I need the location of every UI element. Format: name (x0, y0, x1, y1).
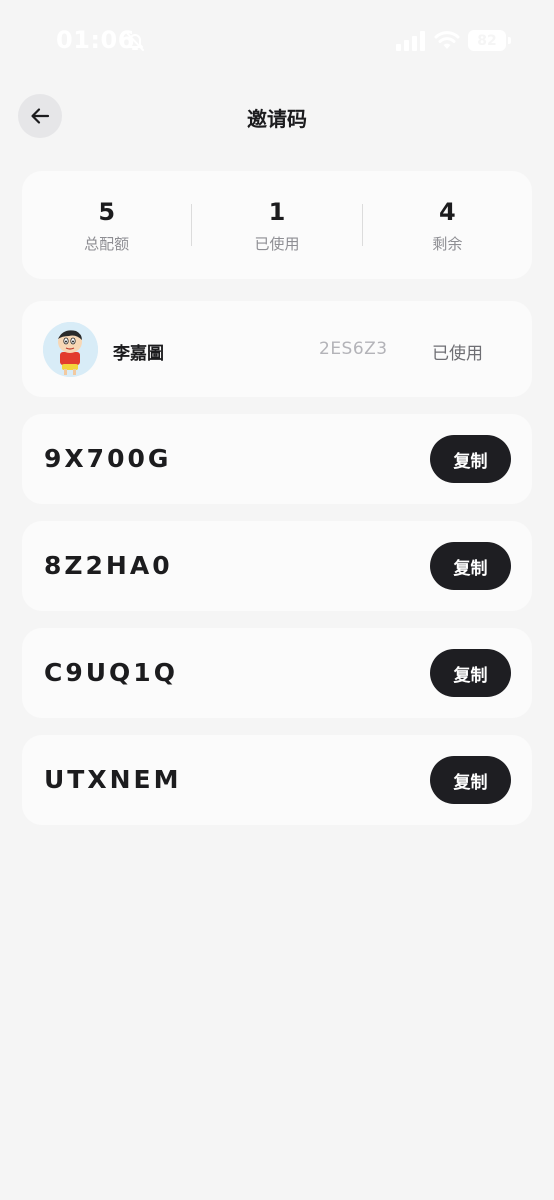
invite-code: C9UQ1Q (44, 658, 178, 687)
stat-used-value: 1 (268, 197, 286, 226)
stat-used-label: 已使用 (254, 234, 300, 253)
used-code-card: 李嘉圖 2ES6Z3 已使用 (22, 301, 532, 397)
used-invite-code: 2ES6Z3 (319, 339, 388, 359)
page-title: 邀请码 (247, 107, 307, 131)
invite-code-card: C9UQ1Q 复制 (22, 628, 532, 718)
stat-remaining: 4 剩余 (363, 197, 532, 254)
stat-total: 5 总配额 (22, 197, 191, 254)
copy-button[interactable]: 复制 (430, 542, 511, 590)
stat-remaining-label: 剩余 (432, 234, 463, 253)
used-status-label: 已使用 (432, 344, 483, 364)
wifi-icon (434, 31, 460, 49)
battery-icon: 82 (468, 30, 506, 51)
nav-bar: 邀请码 (0, 94, 554, 140)
stat-used: 1 已使用 (192, 197, 361, 254)
copy-button[interactable]: 复制 (430, 756, 511, 804)
cartoon-avatar-icon (43, 322, 98, 377)
invite-code-card: UTXNEM 复制 (22, 735, 532, 825)
bell-off-icon (126, 32, 144, 51)
battery-level: 82 (477, 32, 497, 49)
stat-total-label: 总配额 (84, 234, 130, 253)
copy-button[interactable]: 复制 (430, 435, 511, 483)
user-name: 李嘉圖 (113, 344, 164, 364)
invite-code: 9X700G (44, 444, 172, 473)
invite-code-card: 8Z2HA0 复制 (22, 521, 532, 611)
invite-code-card: 9X700G 复制 (22, 414, 532, 504)
signal-icon (396, 31, 425, 51)
status-bar: 01:06 82 (0, 0, 554, 80)
copy-button[interactable]: 复制 (430, 649, 511, 697)
stat-remaining-value: 4 (438, 197, 456, 226)
battery-cap (508, 37, 511, 44)
invite-code: 8Z2HA0 (44, 551, 173, 580)
quota-stats-card: 5 总配额 1 已使用 4 剩余 (22, 171, 532, 279)
avatar (43, 322, 98, 377)
invite-code: UTXNEM (44, 765, 182, 794)
stat-total-value: 5 (98, 197, 116, 226)
